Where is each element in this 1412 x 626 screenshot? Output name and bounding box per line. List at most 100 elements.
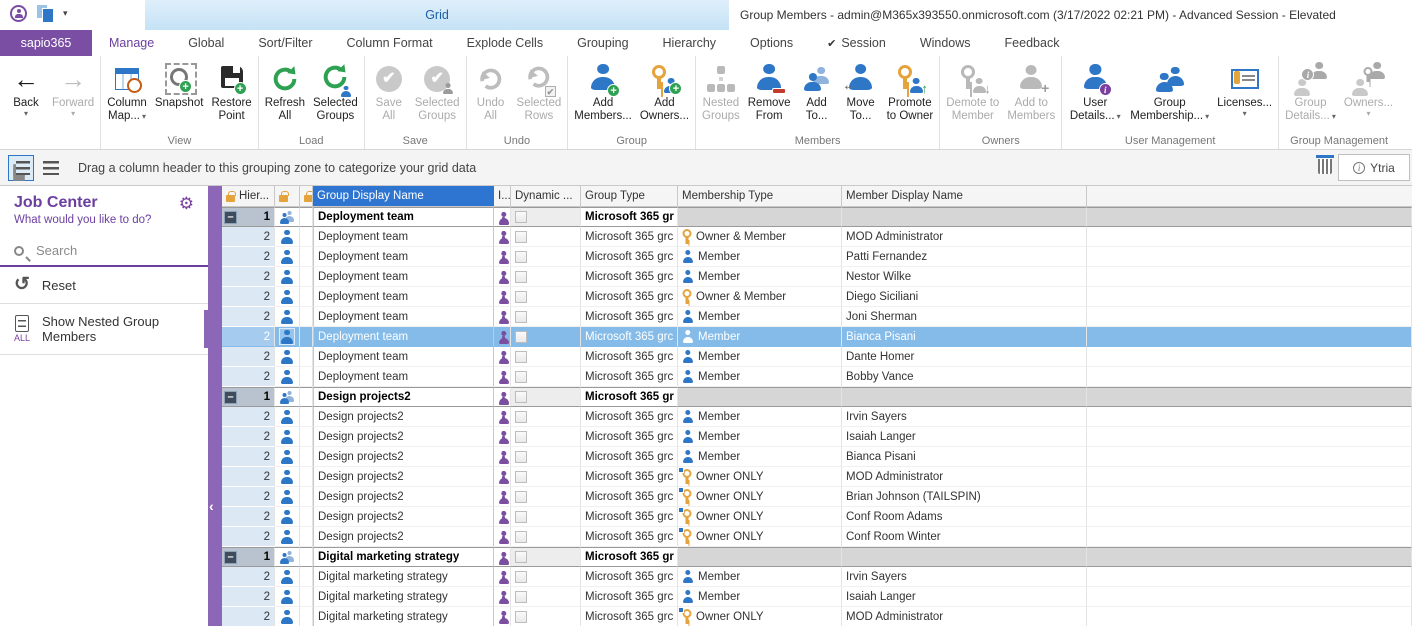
group-name-cell[interactable]: Deployment team [313, 347, 494, 367]
snapshot-button[interactable]: + Snapshot [151, 60, 208, 111]
tree-view-toggle[interactable] [8, 155, 34, 181]
col-header-membership-type[interactable]: Membership Type [678, 186, 842, 206]
group-type-cell[interactable]: Microsoft 365 grc [581, 587, 678, 607]
table-row[interactable]: 2Design projects2Microsoft 365 grcOwner … [222, 507, 1412, 527]
col-header-lock[interactable] [300, 186, 313, 206]
restore-point-button[interactable]: + Restore Point [207, 60, 255, 124]
member-name-cell[interactable]: Joni Sherman [842, 307, 1087, 327]
member-name-cell[interactable]: Bobby Vance [842, 367, 1087, 387]
member-name-cell[interactable]: MOD Administrator [842, 607, 1087, 626]
member-name-cell[interactable]: Diego Siciliani [842, 287, 1087, 307]
member-name-cell[interactable]: Nestor Wilke [842, 267, 1087, 287]
tab-hierarchy[interactable]: Hierarchy [646, 30, 734, 56]
table-row[interactable]: 2Deployment teamMicrosoft 365 grcOwner &… [222, 287, 1412, 307]
member-name-cell[interactable]: Bianca Pisani [842, 447, 1087, 467]
group-name-cell[interactable]: Design projects2 [313, 427, 494, 447]
gear-icon[interactable]: ⚙ [179, 194, 194, 214]
dynamic-checkbox[interactable] [515, 611, 527, 623]
group-type-cell[interactable]: Microsoft 365 grc [581, 567, 678, 587]
table-row[interactable]: 2Design projects2Microsoft 365 grcMember… [222, 407, 1412, 427]
membership-type-cell[interactable]: Member [678, 267, 842, 287]
group-name-cell[interactable]: Digital marketing strategy [313, 607, 494, 626]
tab-sapio365[interactable]: sapio365 [0, 30, 92, 56]
dynamic-checkbox[interactable] [515, 371, 527, 383]
member-name-cell[interactable]: Irvin Sayers [842, 407, 1087, 427]
member-name-cell[interactable]: MOD Administrator [842, 467, 1087, 487]
membership-type-cell[interactable]: Owner ONLY [678, 487, 842, 507]
add-to-button[interactable]: Add To... [795, 60, 839, 124]
table-row[interactable]: 2Digital marketing strategyMicrosoft 365… [222, 607, 1412, 626]
tab-sort-filter[interactable]: Sort/Filter [241, 30, 329, 56]
membership-type-cell[interactable] [678, 207, 842, 227]
column-map-button[interactable]: Column Map...▾ [103, 60, 151, 124]
membership-type-cell[interactable]: Owner & Member [678, 227, 842, 247]
group-name-cell[interactable]: Deployment team [313, 307, 494, 327]
tab-global[interactable]: Global [171, 30, 241, 56]
member-name-cell[interactable]: Isaiah Langer [842, 587, 1087, 607]
tab-explode-cells[interactable]: Explode Cells [450, 30, 560, 56]
dynamic-checkbox[interactable] [515, 231, 527, 243]
group-type-cell[interactable]: Microsoft 365 grc [581, 467, 678, 487]
group-membership-button[interactable]: Group Membership...▾ [1126, 60, 1213, 124]
group-type-cell[interactable]: Microsoft 365 grc [581, 607, 678, 626]
group-name-cell[interactable]: Design projects2 [313, 447, 494, 467]
group-name-cell[interactable]: Deployment team [313, 367, 494, 387]
member-name-cell[interactable]: Conf Room Winter [842, 527, 1087, 547]
group-type-cell[interactable]: Microsoft 365 grc [581, 227, 678, 247]
dynamic-checkbox[interactable] [515, 271, 527, 283]
member-name-cell[interactable]: Isaiah Langer [842, 427, 1087, 447]
membership-type-cell[interactable]: Owner ONLY [678, 467, 842, 487]
sidebar-splitter[interactable]: ‹ [208, 186, 222, 626]
col-header-i[interactable]: I... [494, 186, 511, 206]
group-name-cell[interactable]: Deployment team [313, 327, 494, 347]
table-row[interactable]: 2Digital marketing strategyMicrosoft 365… [222, 567, 1412, 587]
app-logo-icon[interactable] [10, 5, 27, 22]
dynamic-checkbox[interactable] [515, 291, 527, 303]
membership-type-cell[interactable]: Member [678, 567, 842, 587]
col-header-row-icon[interactable] [275, 186, 300, 206]
move-to-button[interactable]: ← Move To... [839, 60, 883, 124]
group-name-cell[interactable]: Digital marketing strategy [313, 587, 494, 607]
group-type-cell[interactable]: Microsoft 365 grc [581, 427, 678, 447]
member-name-cell[interactable]: MOD Administrator [842, 227, 1087, 247]
group-name-cell[interactable]: Deployment team [313, 227, 494, 247]
col-header-group-type[interactable]: Group Type [581, 186, 678, 206]
group-type-cell[interactable]: Microsoft 365 grc [581, 527, 678, 547]
member-name-cell[interactable]: Bianca Pisani [842, 327, 1087, 347]
group-type-cell[interactable]: Microsoft 365 grc [581, 447, 678, 467]
collapse-toggle[interactable]: – [224, 391, 237, 404]
group-name-cell[interactable]: Design projects2 [313, 507, 494, 527]
group-type-cell[interactable]: Microsoft 365 grc [581, 407, 678, 427]
group-type-cell[interactable]: Microsoft 365 grc [581, 487, 678, 507]
col-header-dynamic[interactable]: Dynamic ... [511, 186, 581, 206]
group-type-cell[interactable]: Microsoft 365 grc [581, 287, 678, 307]
add-owners-button[interactable]: + Add Owners... [636, 60, 693, 124]
tab-session[interactable]: ✔Session [810, 30, 903, 56]
dynamic-checkbox[interactable] [515, 351, 527, 363]
member-name-cell[interactable] [842, 547, 1087, 567]
group-name-cell[interactable]: Design projects2 [313, 487, 494, 507]
tab-manage[interactable]: Manage [92, 30, 171, 56]
group-details-button[interactable]: i Group Details...▾ [1281, 60, 1340, 124]
membership-type-cell[interactable]: Member [678, 407, 842, 427]
qat-dropdown-icon[interactable]: ▾ [63, 8, 68, 19]
table-row[interactable]: 2Design projects2Microsoft 365 grcOwner … [222, 487, 1412, 507]
membership-type-cell[interactable] [678, 387, 842, 407]
undo-selected-rows-button[interactable]: ✔ Selected Rows [513, 60, 566, 124]
table-row[interactable]: 2Deployment teamMicrosoft 365 grcMemberB… [222, 367, 1412, 387]
membership-type-cell[interactable]: Member [678, 367, 842, 387]
membership-type-cell[interactable]: Member [678, 587, 842, 607]
dynamic-checkbox[interactable] [515, 511, 527, 523]
collapse-toggle[interactable]: – [224, 551, 237, 564]
table-row[interactable]: 2Deployment teamMicrosoft 365 grcMemberN… [222, 267, 1412, 287]
table-row[interactable]: –1Design projects2Microsoft 365 gr [222, 387, 1412, 407]
forward-dropdown-icon[interactable]: ▾ [71, 110, 75, 117]
tab-grouping[interactable]: Grouping [560, 30, 645, 56]
add-members-button[interactable]: + Add Members... [570, 60, 636, 124]
member-name-cell[interactable]: Conf Room Adams [842, 507, 1087, 527]
back-dropdown-icon[interactable]: ▾ [24, 110, 28, 117]
tab-options[interactable]: Options [733, 30, 810, 56]
membership-type-cell[interactable]: Member [678, 327, 842, 347]
member-name-cell[interactable] [842, 387, 1087, 407]
add-to-members-button[interactable]: + Add to Members [1003, 60, 1059, 124]
